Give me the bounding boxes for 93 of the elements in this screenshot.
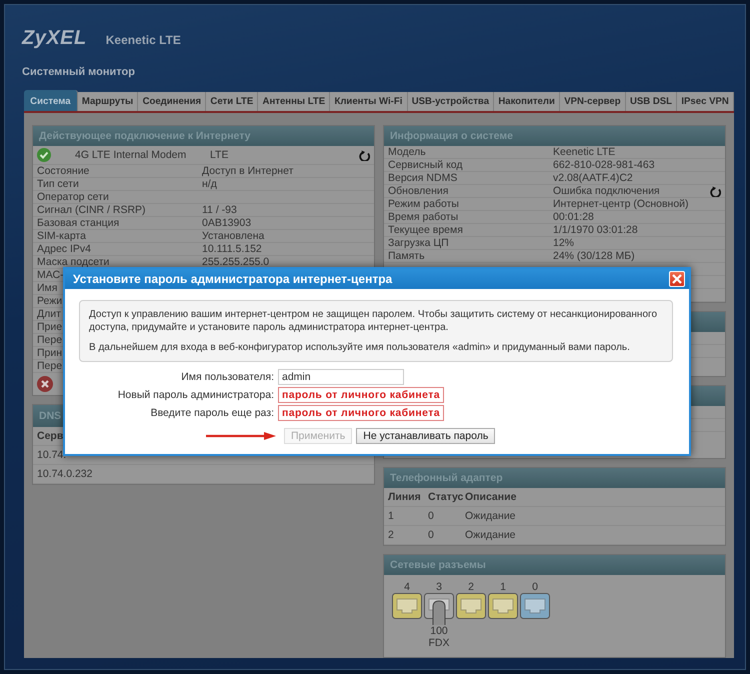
interface-name: 4G LTE Internal Modem — [75, 149, 188, 161]
close-icon — [671, 273, 683, 285]
row-value: Ошибка подключения — [553, 185, 661, 197]
row-label: Оператор сети — [37, 191, 109, 203]
row-label: Тип сети — [37, 178, 80, 190]
port-number: 1 — [500, 581, 506, 593]
table-cell: Ожидание — [465, 529, 516, 541]
annotation-arrow — [206, 431, 276, 441]
info-text: В дальнейшем для входа в веб-конфигуратор используйте имя пользователя «admin» и придуманный вами пароль. — [89, 341, 631, 354]
input-field[interactable]: admin — [278, 369, 404, 385]
row-value: Доступ в Интернет — [202, 165, 294, 177]
row-label: Прин — [37, 347, 62, 359]
row-label: Прие — [37, 321, 62, 333]
table-cell-text: 10.74. — [37, 449, 68, 461]
button[interactable]: Не устанавливать пароль — [356, 428, 496, 444]
tab[interactable]: IPsec VPN — [677, 92, 734, 111]
input-field[interactable]: пароль от личного кабинета — [278, 405, 444, 421]
page-title: Системный монитор — [22, 66, 136, 78]
brand-logo: ZyXEL — [22, 27, 87, 50]
row-value: 255.255.255.0 — [202, 256, 270, 268]
table-cell-text: 0 — [428, 510, 435, 522]
row-value: 1/1/1970 03:01:28 — [553, 224, 639, 236]
row-label: Режи — [37, 295, 62, 307]
row-label: МАС- — [37, 269, 64, 281]
column-header: Линия — [388, 491, 422, 503]
port-number: 2 — [468, 581, 474, 593]
refresh-icon — [358, 149, 370, 161]
row-value: н/д — [202, 178, 218, 190]
tab[interactable]: USB-устройства — [408, 92, 494, 111]
tab[interactable]: Накопители — [494, 92, 560, 111]
row-label: Имя — [37, 282, 58, 294]
row-value: 00:01:28 — [553, 211, 595, 223]
column-header: Серв — [37, 430, 64, 442]
tab[interactable]: Система — [24, 90, 78, 111]
row-label: Пере — [37, 360, 62, 372]
port-duplex: FDX — [428, 637, 450, 649]
table-cell: Ожидание — [465, 510, 516, 522]
tab[interactable]: Соединения — [138, 92, 206, 111]
row-label: Сервисный код — [388, 159, 464, 171]
tab[interactable]: Сети LTE — [206, 92, 258, 111]
row-label: Версия NDMS — [388, 172, 458, 184]
row-label: Обновления — [388, 185, 450, 197]
field-label: Новый пароль администратора: — [116, 389, 274, 401]
model-name: Keenetic LTE — [106, 33, 181, 47]
row-value: 662-810-028-981-463 — [553, 159, 656, 171]
table-cell-text: 2 — [388, 529, 395, 541]
row-label: Текущее время — [388, 224, 464, 236]
row-value: 12% — [553, 237, 576, 249]
tab[interactable]: Антенны LTE — [258, 92, 330, 111]
row-value: 0AB13903 — [202, 217, 252, 229]
row-label: Память — [388, 250, 426, 262]
dialog-title: Установите пароль администратора интернет-центра — [73, 272, 392, 286]
row-value: 24% (30/128 МБ) — [553, 250, 636, 262]
panel-title: Телефонный адаптер — [384, 468, 725, 488]
port-number: 3 — [436, 581, 442, 593]
row-value: Keenetic LTE — [553, 146, 616, 158]
column-header: Статус — [428, 491, 464, 503]
info-text: Доступ к управлению вашим интернет-центром не защищен паролем. Чтобы защитить систему от несанкционированного доступа, придумайте и установите пароль администратора интернет-центра. — [89, 308, 658, 334]
field-label: Введите пароль еще раз: — [150, 407, 274, 419]
row-value: 10.111.5.152 — [202, 243, 263, 255]
tab[interactable]: Маршруты — [78, 92, 138, 111]
table-cell-text: 0 — [428, 529, 435, 541]
table-cell-text: 1 — [388, 510, 395, 522]
row-label: Базовая станция — [37, 217, 120, 229]
row-label: Пере — [37, 334, 62, 346]
row-value: 11 / -93 — [202, 204, 238, 216]
row-value: Установлена — [202, 230, 266, 242]
row-value: Интернет-центр (Основной) — [553, 198, 690, 210]
row-value: v2.08(AATF.4)C2 — [553, 172, 634, 184]
interface-type: LTE — [210, 149, 230, 161]
field-label: Имя пользователя: — [180, 371, 274, 383]
tab[interactable]: USB DSL — [626, 92, 678, 111]
port-number: 4 — [404, 581, 410, 593]
row-label: SIM-карта — [37, 230, 87, 242]
row-label: Адрес IPv4 — [37, 243, 92, 255]
row-label: Маска подсети — [37, 256, 110, 268]
refresh-icon — [709, 185, 721, 197]
row-label: Загрузка ЦП — [388, 237, 450, 249]
row-label: Длит — [37, 308, 61, 320]
tab[interactable]: VPN-сервер — [560, 92, 626, 111]
column-header: Описание — [465, 491, 516, 503]
row-label: Модель — [388, 146, 427, 158]
input-field[interactable]: пароль от личного кабинета — [278, 387, 444, 403]
table-cell-text: 10.74.0.232 — [37, 468, 94, 480]
row-label: Время работы — [388, 211, 460, 223]
row-label: Состояние — [37, 165, 90, 177]
close-button[interactable] — [669, 271, 685, 287]
row-label: Режим работы — [388, 198, 460, 210]
row-label: Сигнал (CINR / RSRP) — [37, 204, 147, 216]
port-speed: 100 — [430, 625, 448, 637]
tab[interactable]: Клиенты Wi-Fi — [330, 92, 408, 111]
port-number: 0 — [532, 581, 538, 593]
stop-icon — [37, 376, 53, 392]
